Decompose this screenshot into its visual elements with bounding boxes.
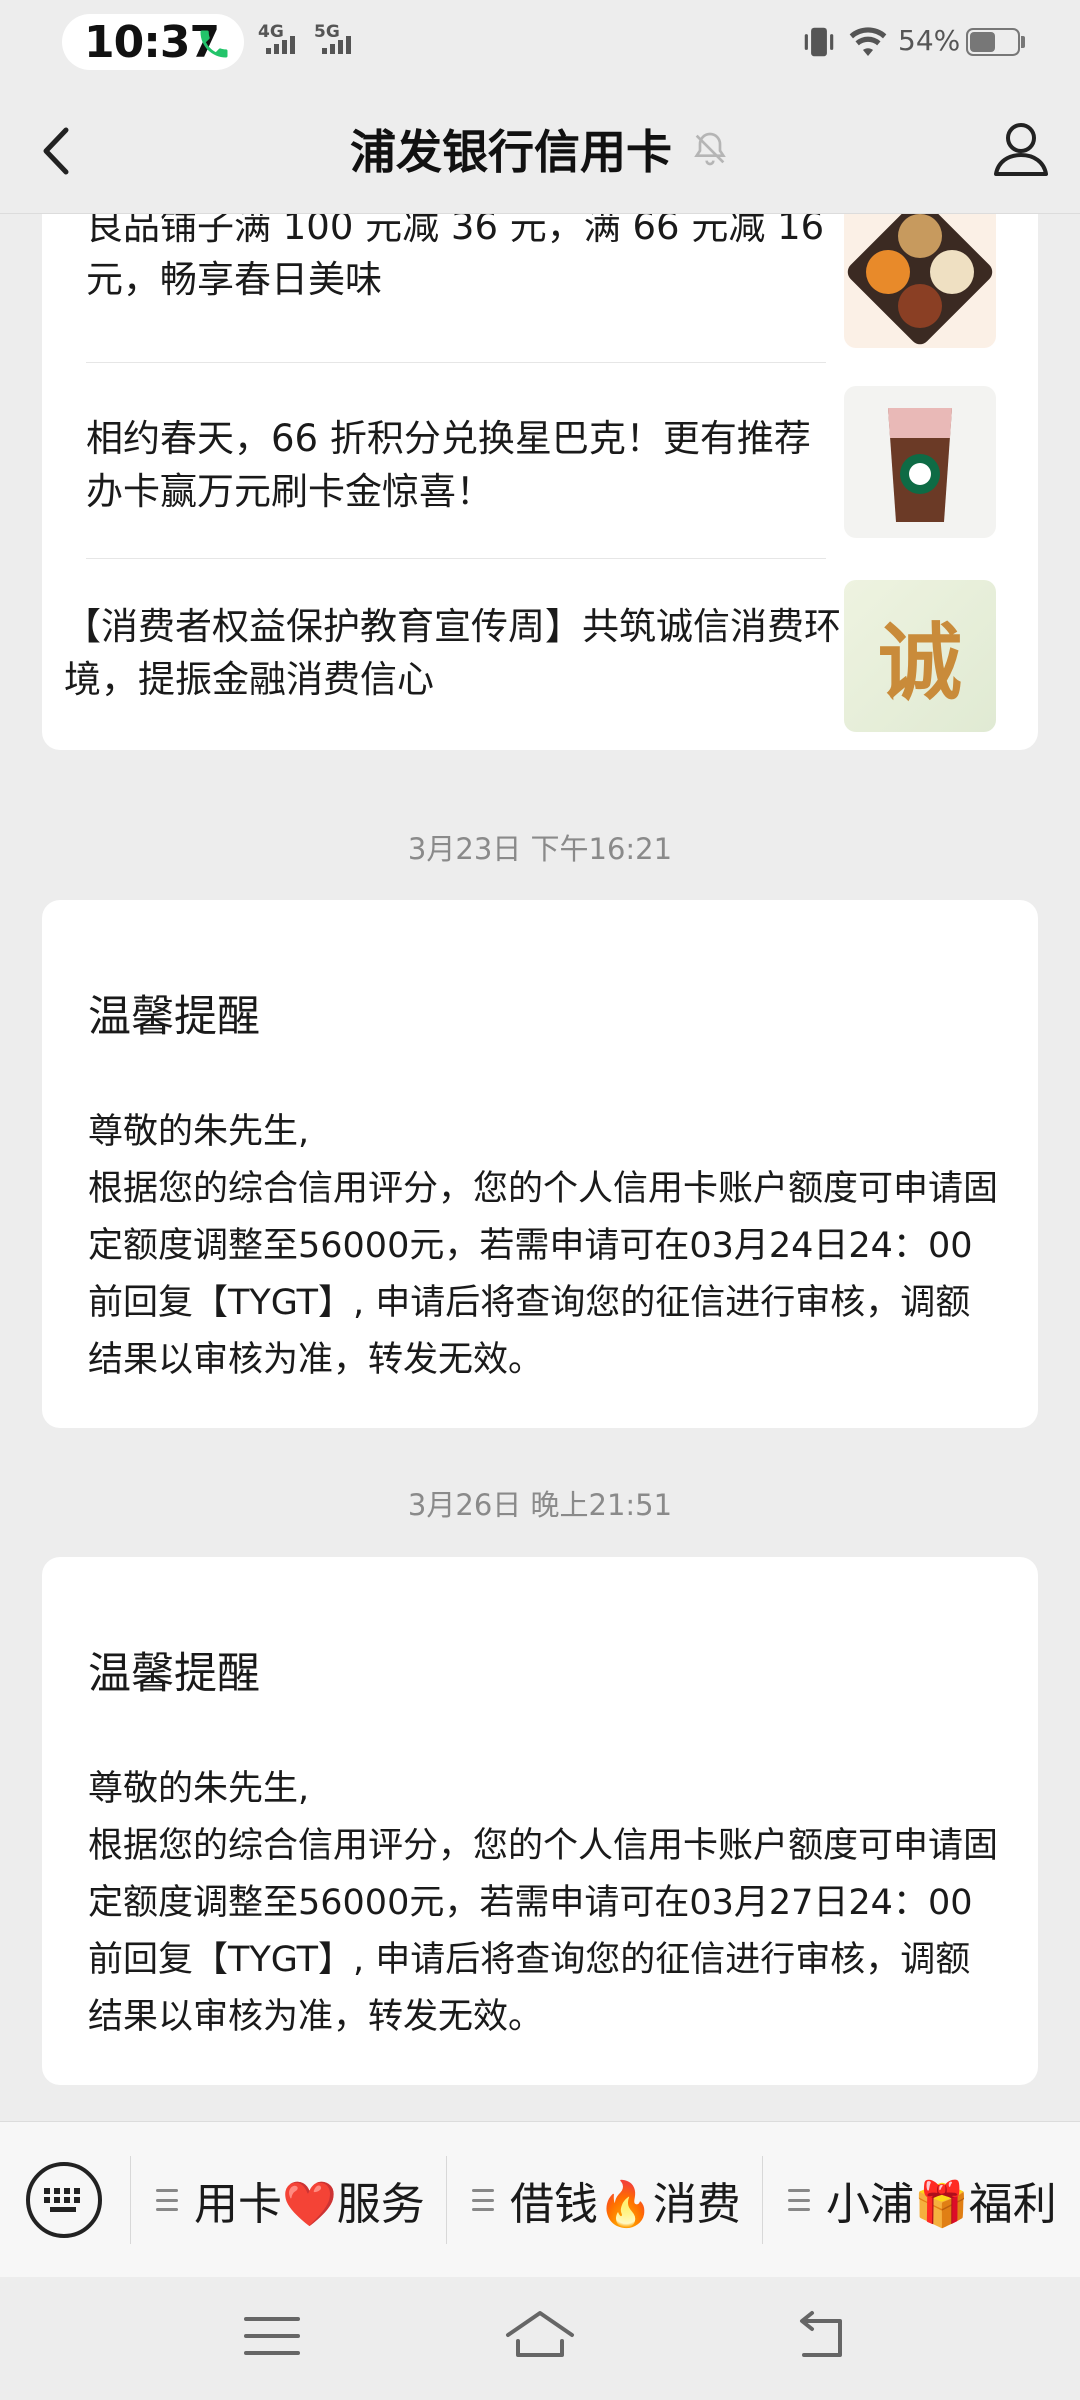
news-item[interactable]: 相约春天，66 折积分兑换星巴克！更有推荐办卡赢万元刷卡金惊喜！: [86, 364, 996, 560]
menu-lines-icon: [472, 2189, 494, 2211]
calligraphy-character-thumbnail: 诚: [844, 580, 996, 732]
chat-name: 浦发银行信用卡: [350, 125, 672, 179]
menu-lines-icon: [156, 2189, 178, 2211]
message-timestamp: 3月26日 晚上21:51: [407, 1488, 673, 1522]
page-title: 浦发银行信用卡: [0, 116, 1080, 182]
chat-header: 浦发银行信用卡: [0, 84, 1080, 214]
message-title: 温馨提醒: [88, 992, 260, 1042]
news-title: 良品铺子满 100 元减 36 元，满 66 元减 16 元，畅享春日美味: [86, 214, 825, 301]
starbucks-drink-thumbnail: [844, 386, 996, 538]
time-pill[interactable]: 10:37: [62, 14, 244, 70]
recents-menu-icon[interactable]: [232, 2301, 312, 2371]
system-nav-bar: [0, 2277, 1080, 2400]
menu-label: 用卡❤️服务: [194, 2179, 425, 2230]
wifi-icon: [849, 27, 887, 56]
battery-icon: [966, 28, 1020, 56]
menu-borrow-spend[interactable]: 借钱🔥消费: [472, 2164, 741, 2236]
status-bar: 10:37 4G 5G 54%: [0, 0, 1080, 84]
home-icon[interactable]: [500, 2301, 580, 2371]
service-menu-bar: 用卡❤️服务 借钱🔥消费 小浦🎁福利: [0, 2121, 1080, 2277]
menu-label: 小浦🎁福利: [826, 2179, 1057, 2230]
menu-lines-icon: [788, 2189, 810, 2211]
menu-divider: [762, 2156, 763, 2244]
muted-bell-icon: [694, 132, 726, 166]
snack-platter-thumbnail: [844, 214, 996, 348]
menu-divider: [130, 2156, 131, 2244]
keyboard-toggle-button[interactable]: [26, 2162, 102, 2238]
news-item[interactable]: 【消费者权益保护教育宣传周】共筑诚信消费环境，提振金融消费信心 诚: [64, 560, 996, 750]
message-greeting: 尊敬的朱先生,: [88, 1769, 310, 1809]
message-body: 尊敬的朱先生, 根据您的综合信用评分，您的个人信用卡账户额度可申请固定额度调整至…: [88, 1104, 998, 1389]
menu-xiaopu-benefits[interactable]: 小浦🎁福利: [788, 2164, 1057, 2236]
chat-message-list[interactable]: 良品铺子满 100 元减 36 元，满 66 元减 16 元，畅享春日美味 相约…: [0, 214, 1080, 2121]
message-greeting: 尊敬的朱先生,: [88, 1112, 310, 1152]
keyboard-icon: [44, 2188, 80, 2212]
message-card[interactable]: 温馨提醒 尊敬的朱先生, 根据您的综合信用评分，您的个人信用卡账户额度可申请固定…: [42, 900, 1038, 1428]
message-title: 温馨提醒: [88, 1649, 260, 1699]
thumbnail-glyph: 诚: [877, 612, 962, 712]
divider: [86, 362, 826, 363]
message-timestamp: 3月23日 下午16:21: [407, 832, 673, 866]
menu-label: 借钱🔥消费: [510, 2179, 741, 2230]
vibrate-icon: [804, 27, 834, 57]
menu-divider: [446, 2156, 447, 2244]
back-nav-icon[interactable]: [782, 2301, 862, 2371]
news-card: 良品铺子满 100 元减 36 元，满 66 元减 16 元，畅享春日美味 相约…: [42, 214, 1038, 750]
battery-cap: [1021, 36, 1025, 48]
divider: [86, 558, 826, 559]
message-card[interactable]: 温馨提醒 尊敬的朱先生, 根据您的综合信用评分，您的个人信用卡账户额度可申请固定…: [42, 1557, 1038, 2085]
news-item[interactable]: 良品铺子满 100 元减 36 元，满 66 元减 16 元，畅享春日美味: [86, 214, 996, 364]
phone-call-icon: [200, 30, 228, 58]
news-title: 【消费者权益保护教育宣传周】共筑诚信消费环境，提振金融消费信心: [64, 605, 841, 701]
signal-bars-icon: [322, 36, 351, 54]
message-body: 尊敬的朱先生, 根据您的综合信用评分，您的个人信用卡账户额度可申请固定额度调整至…: [88, 1761, 998, 2046]
battery-percent: 54%: [898, 24, 961, 57]
message-text: 根据您的综合信用评分，您的个人信用卡账户额度可申请固定额度调整至56000元，若…: [88, 1826, 999, 2037]
menu-card-services[interactable]: 用卡❤️服务: [156, 2164, 425, 2236]
message-text: 根据您的综合信用评分，您的个人信用卡账户额度可申请固定额度调整至56000元，若…: [88, 1169, 999, 1380]
signal-bars-icon: [266, 36, 295, 54]
news-title: 相约春天，66 折积分兑换星巴克！更有推荐办卡赢万元刷卡金惊喜！: [86, 417, 811, 513]
profile-icon[interactable]: [988, 114, 1054, 184]
